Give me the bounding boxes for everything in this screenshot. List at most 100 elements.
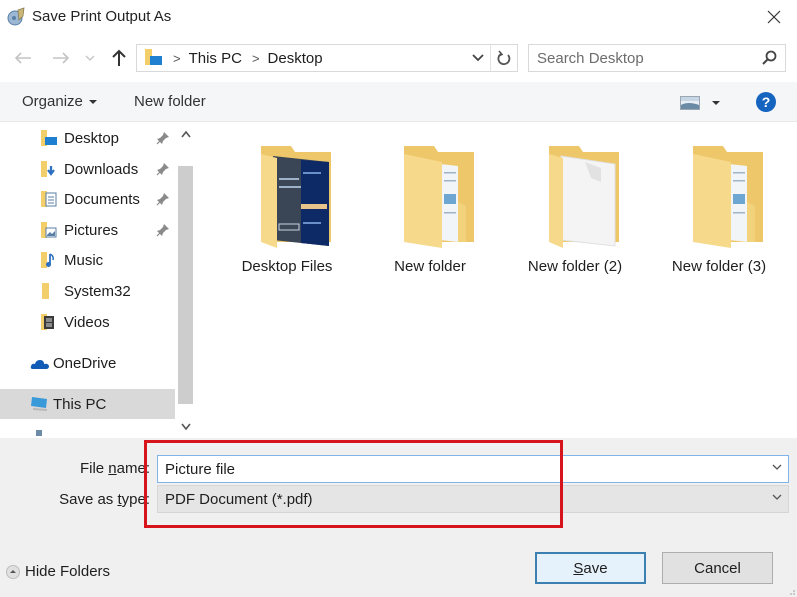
chevron-down-icon <box>180 423 191 430</box>
breadcrumb-this-pc[interactable]: This PC <box>189 50 242 67</box>
save-options-panel: File name: Save as type: PDF Document (*… <box>0 438 797 597</box>
arrow-up-icon <box>112 49 126 66</box>
file-label: Desktop Files <box>241 258 333 275</box>
sidebar-item-music[interactable]: Music <box>0 245 175 275</box>
desktop-location-icon <box>145 49 162 65</box>
help-button[interactable]: ? <box>756 92 776 112</box>
breadcrumb-desktop[interactable]: Desktop <box>268 50 323 67</box>
file-item-new-folder[interactable]: New folder <box>360 142 500 282</box>
hide-folders-label: Hide Folders <box>25 563 111 580</box>
recent-locations-button[interactable] <box>82 44 98 72</box>
music-folder-icon <box>41 252 54 268</box>
downloads-folder-icon <box>41 161 55 177</box>
sidebar-item-system32[interactable]: System32 <box>0 276 175 306</box>
arrow-left-icon <box>14 52 31 64</box>
access-key: n <box>108 460 117 477</box>
sidebar-item-desktop[interactable]: Desktop <box>0 123 175 153</box>
file-name-input[interactable] <box>158 456 758 482</box>
change-view-button[interactable] <box>680 94 722 112</box>
chevron-down-icon <box>85 55 95 61</box>
this-pc-icon <box>31 397 48 411</box>
folder-icon <box>42 283 49 299</box>
save-dialog: Save Print Output As > This PC > Desktop <box>0 0 797 597</box>
breadcrumb-separator-icon: > <box>173 50 181 66</box>
back-button[interactable] <box>10 44 36 72</box>
caret-down-icon <box>712 101 720 105</box>
videos-folder-icon <box>41 314 54 330</box>
forward-button[interactable] <box>48 44 74 72</box>
refresh-icon <box>497 50 511 66</box>
desktop-folder-icon <box>41 130 57 146</box>
sidebar-item-pictures[interactable]: Pictures <box>0 215 175 245</box>
sidebar-item-this-pc[interactable]: This PC <box>0 389 175 419</box>
arrow-right-icon <box>53 52 70 64</box>
scrollbar-thumb[interactable] <box>178 166 193 404</box>
file-item-new-folder-3[interactable]: New folder (3) <box>649 142 789 282</box>
hide-folders-button[interactable]: Hide Folders <box>6 563 110 580</box>
view-thumbnail-icon <box>680 96 700 110</box>
access-key: S <box>573 559 584 577</box>
chevron-up-icon <box>180 130 191 137</box>
sidebar-item-downloads[interactable]: Downloads <box>0 154 175 184</box>
sidebar-item-label: Documents <box>64 190 140 208</box>
file-label: New folder <box>394 258 466 275</box>
pin-icon <box>156 163 169 176</box>
file-item-desktop-files[interactable]: Desktop Files <box>217 142 357 282</box>
label-text: File <box>79 460 109 477</box>
pictures-folder-icon <box>41 222 57 238</box>
new-folder-button[interactable]: New folder <box>134 93 206 110</box>
cancel-button[interactable]: Cancel <box>662 552 773 584</box>
sidebar-item-label: OneDrive <box>53 354 117 372</box>
search-input[interactable] <box>529 45 759 71</box>
save-as-type-label: Save as type: <box>30 491 150 508</box>
save-as-type-select[interactable]: PDF Document (*.pdf) <box>157 485 789 513</box>
sidebar-item-label: Pictures <box>64 221 119 239</box>
resize-grip-icon[interactable] <box>787 587 795 595</box>
file-list: Desktop Files New folder New folder (2) … <box>196 122 797 438</box>
sidebar-item-onedrive[interactable]: OneDrive <box>0 348 175 378</box>
navigation-pane: Desktop Downloads Documents Pictures Mus… <box>0 122 196 438</box>
file-item-new-folder-2[interactable]: New folder (2) <box>505 142 645 282</box>
organize-button[interactable]: Organize <box>22 93 97 110</box>
folder-icon <box>693 146 763 248</box>
label-text: ame: <box>116 460 150 477</box>
onedrive-icon <box>30 360 49 369</box>
pin-icon <box>156 132 169 145</box>
scroll-down-button[interactable] <box>175 416 196 436</box>
save-button[interactable]: Save <box>535 552 646 584</box>
sidebar-item-label: Videos <box>64 313 110 331</box>
label-text: Save as <box>59 491 118 508</box>
search-icon <box>762 50 777 65</box>
caret-down-icon <box>88 99 97 104</box>
file-label: New folder (3) <box>671 258 767 275</box>
address-bar[interactable]: > This PC > Desktop <box>136 44 518 72</box>
documents-folder-icon <box>41 191 57 207</box>
breadcrumb-separator-icon: > <box>251 50 260 66</box>
up-button[interactable] <box>108 44 130 72</box>
search-box[interactable] <box>528 44 786 72</box>
refresh-button[interactable] <box>490 45 517 71</box>
sidebar-item-videos[interactable]: Videos <box>0 307 175 337</box>
title-bar: Save Print Output As <box>0 0 797 36</box>
window-title: Save Print Output As <box>32 8 172 25</box>
sidebar-scrollbar[interactable] <box>175 122 196 438</box>
chevron-down-icon[interactable] <box>772 464 782 471</box>
sidebar-item-label: Downloads <box>64 160 139 178</box>
folder-with-content-icon <box>261 146 331 248</box>
file-name-combobox[interactable] <box>157 455 789 483</box>
file-name-label: File name: <box>50 460 150 477</box>
save-label: ave <box>583 559 608 577</box>
close-icon <box>767 10 781 24</box>
address-dropdown-button[interactable] <box>467 45 489 71</box>
sidebar-item-network[interactable] <box>0 427 175 438</box>
collapse-icon <box>6 564 20 579</box>
close-button[interactable] <box>751 0 797 34</box>
sidebar-item-documents[interactable]: Documents <box>0 184 175 214</box>
sidebar-item-label: Music <box>64 251 104 269</box>
save-as-type-value: PDF Document (*.pdf) <box>165 491 313 508</box>
new-folder-label: New folder <box>134 93 206 110</box>
pin-icon <box>156 224 169 237</box>
chevron-down-icon <box>772 494 782 500</box>
scroll-up-button[interactable] <box>175 124 196 144</box>
pin-icon <box>156 193 169 206</box>
